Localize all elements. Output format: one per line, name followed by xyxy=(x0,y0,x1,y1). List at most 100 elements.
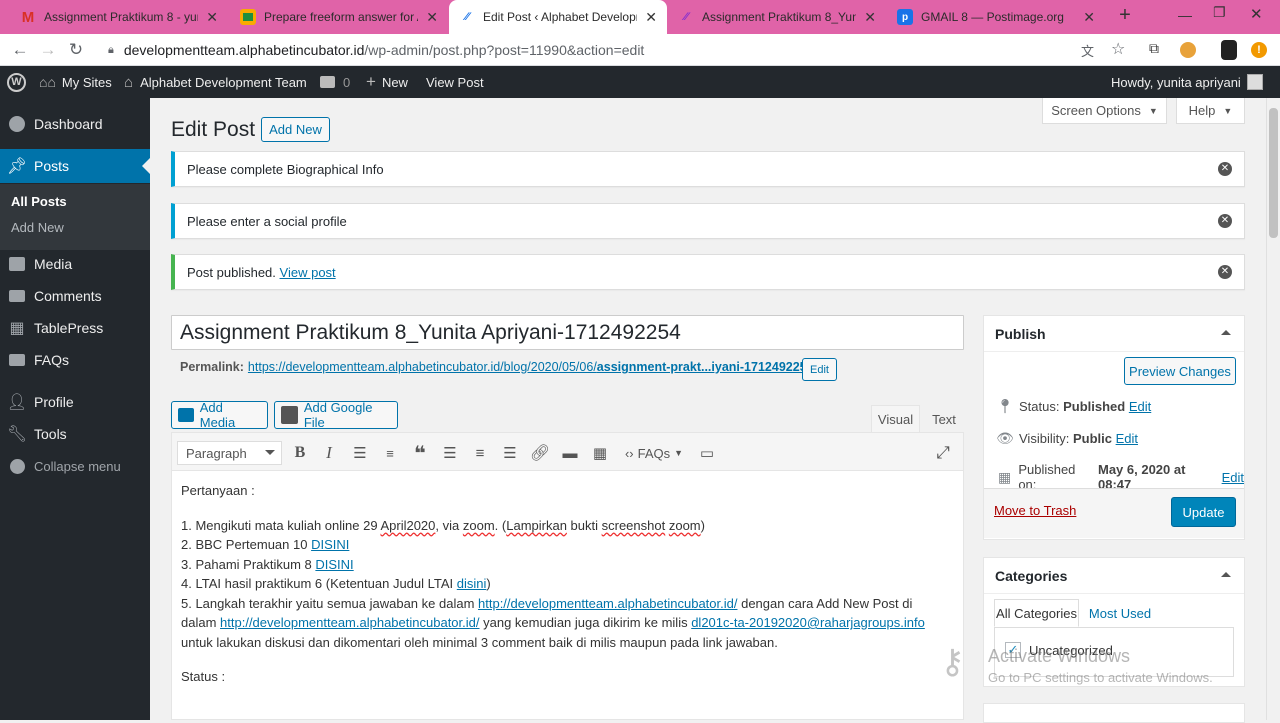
close-tab-icon[interactable]: ✕ xyxy=(1083,9,1095,26)
screen-options-button[interactable]: Screen Options ▼ xyxy=(1042,98,1167,124)
collapse-icon xyxy=(8,457,26,475)
toolbar-toggle-icon[interactable]: ▦ xyxy=(589,442,611,464)
tab-all-categories[interactable]: All Categories xyxy=(994,599,1079,627)
permalink-edit-button[interactable]: Edit xyxy=(802,358,837,381)
close-tab-icon[interactable]: ✕ xyxy=(645,9,657,26)
tags-box xyxy=(983,703,1245,723)
tab-title: Prepare freeform answer for Ass xyxy=(264,10,418,24)
extension-face-icon[interactable] xyxy=(1180,42,1196,58)
publish-box-header[interactable]: Publish xyxy=(984,316,1244,352)
window-close-icon[interactable]: ✕ xyxy=(1250,5,1263,23)
bold-icon[interactable]: B xyxy=(289,442,311,464)
permalink-link[interactable]: https://developmentteam.alphabetincubato… xyxy=(248,360,817,374)
back-icon[interactable]: ← xyxy=(6,40,34,60)
sidebar-item-comments[interactable]: Comments xyxy=(0,279,150,313)
update-button[interactable]: Update xyxy=(1171,497,1236,527)
link-icon[interactable]: 🔗︎ xyxy=(529,442,551,464)
tab-most-used[interactable]: Most Used xyxy=(1085,599,1155,627)
wordpress-logo-icon[interactable]: W xyxy=(7,66,26,98)
add-google-file-button[interactable]: Add Google File xyxy=(274,400,398,430)
read-more-icon[interactable]: ▬ xyxy=(559,442,581,464)
bullet-list-icon[interactable]: ☰ xyxy=(349,442,371,464)
new-tab-button[interactable]: + xyxy=(1114,4,1136,28)
edit-visibility-link[interactable]: Edit xyxy=(1116,431,1138,446)
blockquote-icon[interactable]: ❝ xyxy=(409,442,431,465)
sidebar-collapse-menu[interactable]: Collapse menu xyxy=(0,449,150,483)
update-alert-icon[interactable]: ! xyxy=(1251,42,1267,58)
browser-tab-classroom[interactable]: Prepare freeform answer for Ass ✕ xyxy=(230,0,448,34)
view-post-link[interactable]: View post xyxy=(280,265,336,280)
tab-title: GMAIL 8 — Postimage.org xyxy=(921,10,1064,24)
calendar-icon: ▦ xyxy=(998,468,1012,485)
submenu-add-new[interactable]: Add New xyxy=(11,220,64,235)
categories-box-header[interactable]: Categories xyxy=(984,558,1244,594)
mailing-list-link[interactable]: dl201c-ta-20192020@raharjagroups.info xyxy=(691,615,925,630)
my-sites-menu[interactable]: ⌂⌂ My Sites xyxy=(39,66,112,98)
align-left-icon[interactable]: ☰ xyxy=(439,442,461,464)
sidebar-item-tablepress[interactable]: ▦ TablePress xyxy=(0,311,150,345)
collapse-toggle-icon[interactable] xyxy=(1221,572,1231,577)
site-link[interactable]: http://developmentteam.alphabetincubator… xyxy=(478,596,737,611)
bookmark-star-icon[interactable]: ☆ xyxy=(1111,39,1125,59)
translate-icon[interactable]: 文 xyxy=(1081,41,1094,60)
scrollbar-thumb[interactable] xyxy=(1269,108,1278,238)
tab-text[interactable]: Text xyxy=(924,405,964,433)
extension-icon[interactable]: ⧉ xyxy=(1149,40,1159,57)
add-media-button[interactable]: Add Media xyxy=(171,400,268,430)
add-new-button[interactable]: Add New xyxy=(261,117,330,142)
format-select[interactable]: Paragraph xyxy=(177,441,282,465)
tab-visual[interactable]: Visual xyxy=(871,405,920,433)
dismiss-icon[interactable]: ✕ xyxy=(1218,214,1232,228)
numbered-list-icon[interactable]: ≡ xyxy=(379,442,401,464)
fullscreen-icon[interactable]: ⤢ xyxy=(932,442,954,464)
publish-box: Publish Preview Changes 📍︎ Status: Publi… xyxy=(983,315,1245,540)
comments-menu[interactable]: 0 xyxy=(320,66,350,98)
dismiss-icon[interactable]: ✕ xyxy=(1218,265,1232,279)
submenu-all-posts[interactable]: All Posts xyxy=(11,194,67,209)
close-tab-icon[interactable]: ✕ xyxy=(426,9,438,26)
preview-changes-button[interactable]: Preview Changes xyxy=(1124,357,1236,385)
forward-icon[interactable]: → xyxy=(34,40,62,60)
address-bar[interactable]: 🔒︎ developmentteam.alphabetincubator.id /… xyxy=(108,39,1138,61)
reload-icon[interactable]: ↻ xyxy=(62,40,90,60)
align-center-icon[interactable]: ≡ xyxy=(469,442,491,464)
close-tab-icon[interactable]: ✕ xyxy=(864,9,876,26)
browser-tab-postimage[interactable]: p GMAIL 8 — Postimage.org ✕ xyxy=(887,0,1105,34)
browser-tab-edit-post[interactable]: ∕∕ Edit Post ‹ Alphabet Developme ✕ xyxy=(449,0,667,34)
view-post-link[interactable]: View Post xyxy=(426,66,484,98)
disini-link[interactable]: DISINI xyxy=(315,557,353,572)
disini-link[interactable]: DISINI xyxy=(311,537,349,552)
sidebar-item-posts[interactable]: 📌︎ Posts xyxy=(0,149,150,183)
editor-content[interactable]: Pertanyaan : 1. Mengikuti mata kuliah on… xyxy=(181,481,951,687)
edit-date-link[interactable]: Edit xyxy=(1222,470,1244,485)
sidebar-item-tools[interactable]: 🔧︎ Tools xyxy=(0,417,150,451)
table-insert-icon[interactable]: ▭ xyxy=(696,442,718,464)
category-checkbox[interactable]: ✓ xyxy=(1005,642,1021,658)
browser-tab-gmail[interactable]: M Assignment Praktikum 8 - yunit ✕ xyxy=(10,0,228,34)
page-scrollbar[interactable] xyxy=(1266,98,1280,720)
post-title-input[interactable]: Assignment Praktikum 8_Yunita Apriyani-1… xyxy=(171,315,964,350)
close-tab-icon[interactable]: ✕ xyxy=(206,9,218,26)
new-content-menu[interactable]: + New xyxy=(366,66,408,98)
restore-icon[interactable]: ❐ xyxy=(1213,4,1226,21)
site-name-menu[interactable]: ⌂ Alphabet Development Team xyxy=(124,66,307,98)
edit-status-link[interactable]: Edit xyxy=(1129,399,1151,414)
move-to-trash-link[interactable]: Move to Trash xyxy=(994,503,1076,518)
sidebar-item-media[interactable]: Media xyxy=(0,247,150,281)
help-button[interactable]: Help ▼ xyxy=(1176,98,1245,124)
minimize-icon[interactable]: — xyxy=(1178,7,1192,23)
sidebar-item-faqs[interactable]: FAQs xyxy=(0,343,150,377)
faqs-button[interactable]: ‹› FAQs ▼ xyxy=(620,442,688,464)
profile-avatar-icon[interactable] xyxy=(1221,40,1237,60)
category-label: Uncategorized xyxy=(1029,643,1113,658)
italic-icon[interactable]: I xyxy=(318,442,340,464)
dismiss-icon[interactable]: ✕ xyxy=(1218,162,1232,176)
align-right-icon[interactable]: ☰ xyxy=(499,442,521,464)
sidebar-item-dashboard[interactable]: Dashboard xyxy=(0,107,150,141)
my-account-menu[interactable]: Howdy, yunita apriyani xyxy=(1111,66,1263,98)
disini-link[interactable]: disini xyxy=(457,576,487,591)
collapse-toggle-icon[interactable] xyxy=(1221,330,1231,335)
sidebar-item-profile[interactable]: 👤︎ Profile xyxy=(0,385,150,419)
site-link[interactable]: http://developmentteam.alphabetincubator… xyxy=(220,615,479,630)
browser-tab-assignment[interactable]: ∕∕ Assignment Praktikum 8_Yunita ✕ xyxy=(668,0,886,34)
